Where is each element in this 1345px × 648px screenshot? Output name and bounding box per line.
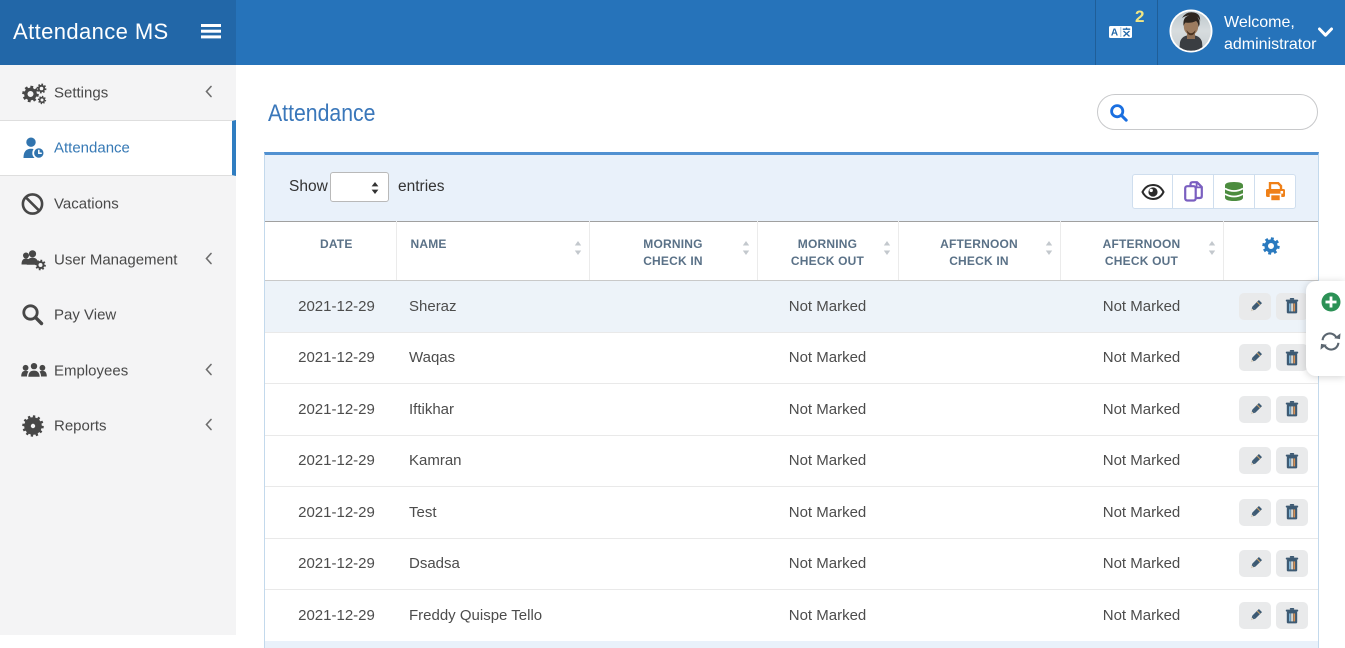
svg-text:A: A [1111, 28, 1118, 38]
